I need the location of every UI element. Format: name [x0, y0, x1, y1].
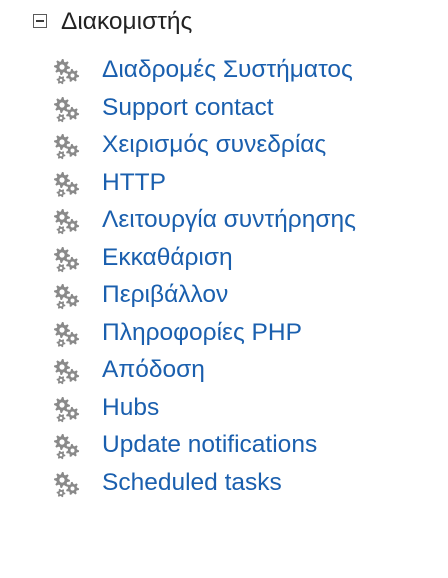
gears-icon	[54, 471, 80, 497]
gears-icon	[54, 434, 80, 460]
gears-icon	[54, 209, 80, 235]
tree-item-link[interactable]: Πληροφορίες PHP	[102, 318, 302, 348]
tree-children: Διαδρομές Συστήματος Support contact Χει…	[0, 54, 448, 504]
tree-node-label[interactable]: Διακομιστής	[61, 7, 192, 37]
tree-item: Hubs	[0, 392, 448, 430]
tree-item-link[interactable]: Scheduled tasks	[102, 468, 282, 498]
gears-icon	[54, 246, 80, 272]
tree-item: Λειτουργία συντήρησης	[0, 204, 448, 242]
tree-item: Πληροφορίες PHP	[0, 317, 448, 355]
tree-item-link[interactable]: Update notifications	[102, 430, 317, 460]
tree-item-link[interactable]: Support contact	[102, 93, 274, 123]
tree-item: Απόδοση	[0, 354, 448, 392]
tree-item-link[interactable]: Χειρισμός συνεδρίας	[102, 130, 326, 160]
tree-item-link[interactable]: Εκκαθάριση	[102, 243, 233, 273]
tree-item: Scheduled tasks	[0, 467, 448, 505]
tree-item: Support contact	[0, 92, 448, 130]
gears-icon	[54, 96, 80, 122]
tree-item: Χειρισμός συνεδρίας	[0, 129, 448, 167]
tree-item: HTTP	[0, 167, 448, 205]
tree-item: Εκκαθάριση	[0, 242, 448, 280]
gears-icon	[54, 321, 80, 347]
tree-item-link[interactable]: Hubs	[102, 393, 159, 423]
tree-item-link[interactable]: Λειτουργία συντήρησης	[102, 205, 356, 235]
tree-item: Διαδρομές Συστήματος	[0, 54, 448, 92]
gears-icon	[54, 59, 80, 85]
gears-icon	[54, 284, 80, 310]
gears-icon	[54, 134, 80, 160]
tree-item: Update notifications	[0, 429, 448, 467]
collapse-minus-icon[interactable]	[33, 14, 47, 28]
tree-item: Περιβάλλον	[0, 279, 448, 317]
tree-item-link[interactable]: HTTP	[102, 168, 166, 198]
gears-icon	[54, 359, 80, 385]
tree-item-link[interactable]: Περιβάλλον	[102, 280, 228, 310]
tree-item-link[interactable]: Απόδοση	[102, 355, 205, 385]
gears-icon	[54, 171, 80, 197]
gears-icon	[54, 396, 80, 422]
tree-item-link[interactable]: Διαδρομές Συστήματος	[102, 55, 353, 85]
